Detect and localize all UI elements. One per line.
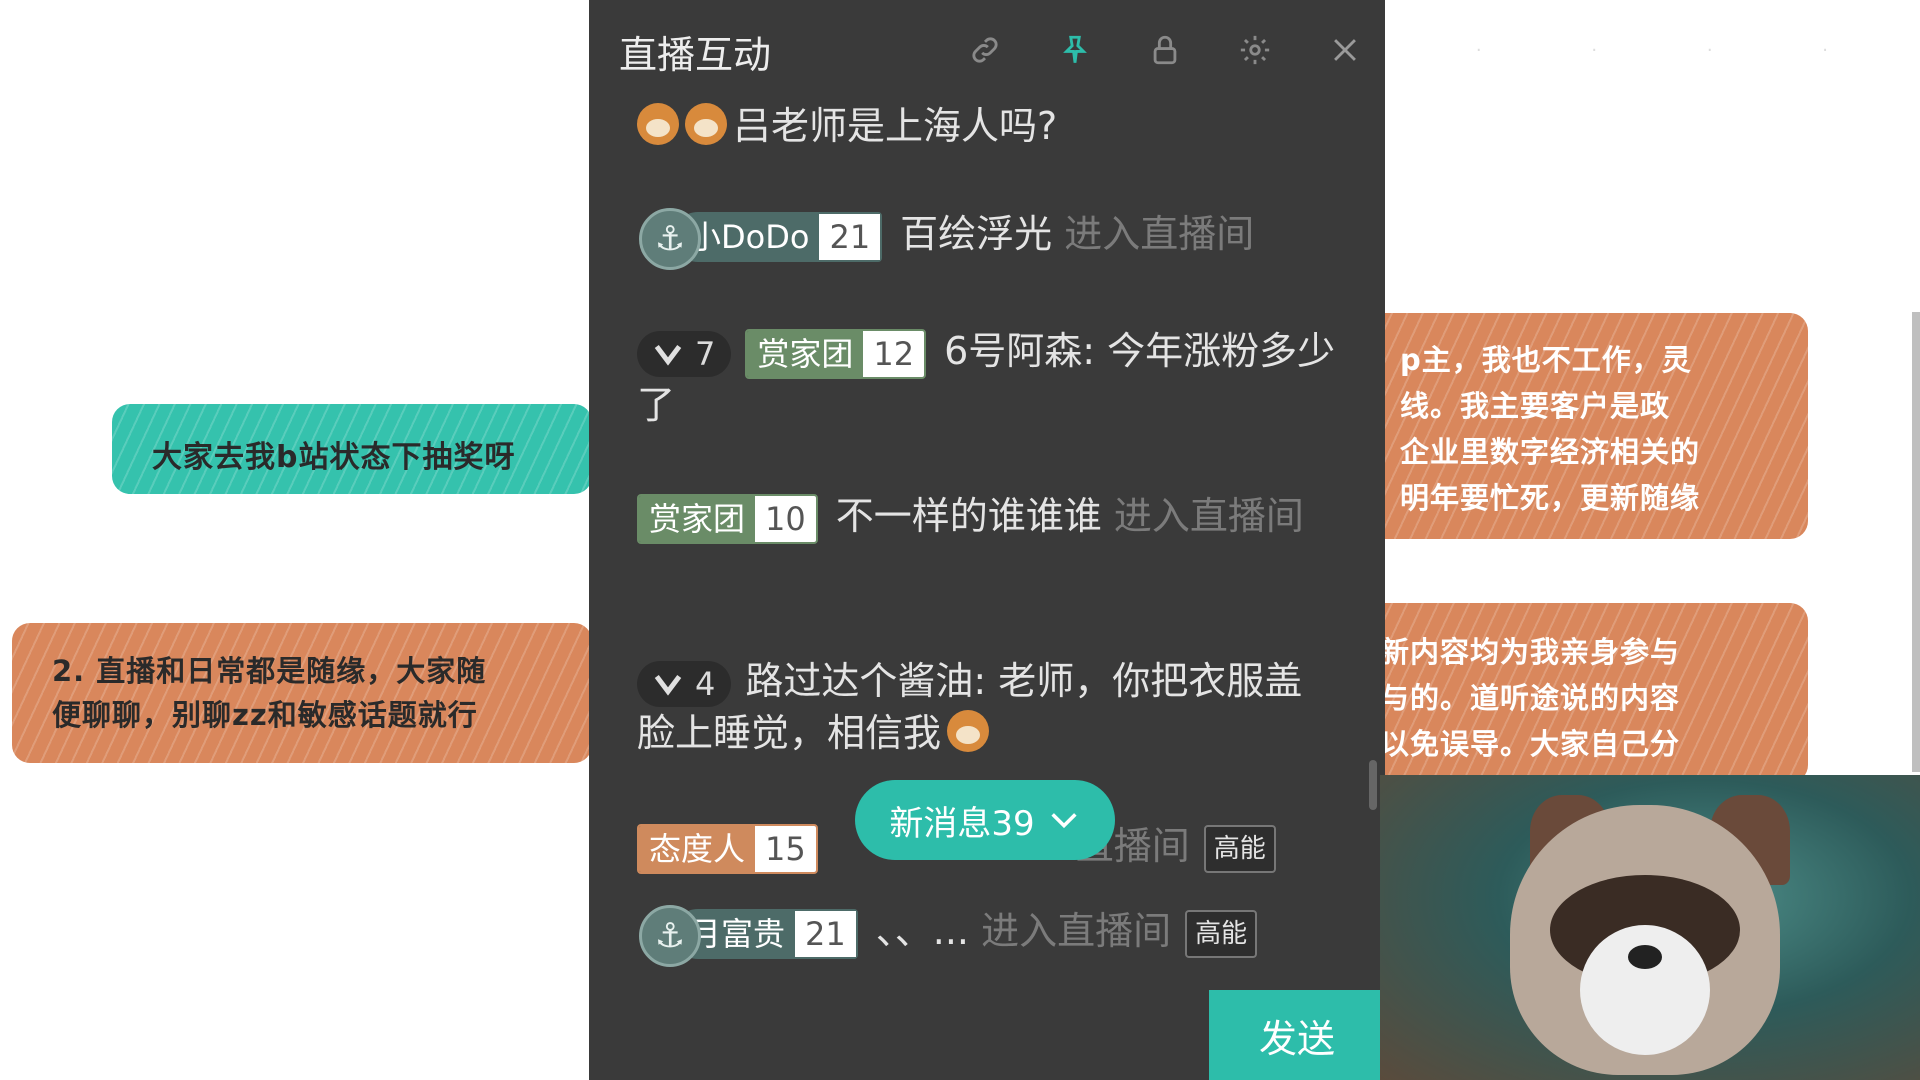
- background-side-bar: [1912, 312, 1920, 772]
- fan-badge[interactable]: ⚓ 小DoDo 21: [639, 207, 883, 270]
- chat-message: 吕老师是上海人吗?: [637, 100, 1057, 152]
- new-messages-button[interactable]: 新消息39: [855, 780, 1115, 860]
- fan-badge-name: 赏家团: [639, 495, 756, 542]
- username[interactable]: 不一样的谁谁谁: [836, 494, 1102, 538]
- fan-badge-level: 15: [755, 825, 816, 872]
- chat-scrollbar[interactable]: [1369, 760, 1377, 810]
- username[interactable]: 、、...: [876, 909, 969, 953]
- webcam-video: [1380, 775, 1920, 1080]
- chat-message: 7 赏家团 12 6号阿森: 今年涨粉多少了: [637, 325, 1337, 431]
- note-rules-text: 2. 直播和日常都是随缘，大家随 便聊聊，别聊zz和敏感话题就行: [52, 654, 487, 732]
- user-level-badge: 7: [637, 330, 732, 377]
- high-energy-tag: 高能: [1185, 909, 1258, 958]
- panel-header: 直播互动: [589, 0, 1385, 100]
- fan-badge[interactable]: 赏家团 10: [637, 493, 818, 544]
- note-rules: 2. 直播和日常都是随缘，大家随 便聊聊，别聊zz和敏感话题就行: [12, 623, 592, 763]
- fan-badge-name: 态度人: [639, 825, 756, 872]
- live-interaction-panel: 直播互动 吕老师是上海人吗? ⚓ 小DoDo 21 百绘浮光 进入直播间 7 赏…: [589, 0, 1385, 1080]
- username[interactable]: 6号阿森:: [944, 329, 1095, 373]
- panel-title: 直播互动: [619, 33, 772, 77]
- username[interactable]: 百绘浮光: [900, 212, 1052, 256]
- anchor-icon: ⚓: [639, 904, 701, 967]
- fan-badge[interactable]: ⚓ 月富贵 21: [639, 904, 858, 967]
- chat-message: 赏家团 10 不一样的谁谁谁 进入直播间: [637, 490, 1337, 544]
- shiba-emoji-icon: [637, 103, 679, 145]
- fan-badge-level: 21: [795, 910, 856, 957]
- lock-icon[interactable]: [1145, 30, 1185, 70]
- note-content-text: 新内容均为我亲身参与 与的。道听途说的内容 以免误导。大家自己分: [1380, 635, 1681, 761]
- chevron-heart-icon: [654, 344, 682, 366]
- new-messages-label: 新消息39: [889, 803, 1035, 844]
- message-text: 吕老师是上海人吗?: [733, 104, 1058, 148]
- fan-badge[interactable]: 赏家团 12: [745, 328, 927, 379]
- shiba-emoji-icon: [685, 103, 727, 145]
- chevron-down-icon: [1051, 813, 1077, 829]
- red-panda-avatar: [1510, 805, 1780, 1075]
- anchor-icon: ⚓: [639, 207, 701, 270]
- fan-badge-name: 赏家团: [747, 330, 864, 377]
- gear-icon[interactable]: [1235, 30, 1275, 70]
- shiba-emoji-icon: [947, 710, 990, 752]
- high-energy-tag: 高能: [1203, 824, 1276, 873]
- pin-icon[interactable]: [1055, 30, 1095, 70]
- fan-badge-level: 12: [863, 330, 925, 377]
- note-work: p主，我也不工作，灵 线。我主要客户是政 企业里数字经济相关的 明年要忙死，更新…: [1360, 313, 1808, 539]
- user-level: 4: [695, 664, 716, 703]
- link-icon[interactable]: [965, 30, 1005, 70]
- fan-badge[interactable]: 态度人 15: [637, 823, 818, 874]
- chevron-heart-icon: [654, 674, 682, 696]
- chat-message: 4 路过达个酱油: 老师，你把衣服盖脸上睡觉，相信我: [637, 655, 1337, 759]
- send-button[interactable]: 发送: [1209, 990, 1385, 1080]
- enter-room-text: 进入直播间: [1113, 494, 1304, 538]
- note-lottery: 大家去我b站状态下抽奖呀: [112, 404, 592, 494]
- user-level: 7: [695, 334, 716, 373]
- face-nose: [1628, 945, 1662, 969]
- note-lottery-text: 大家去我b站状态下抽奖呀: [152, 440, 516, 475]
- fan-badge-level: 21: [819, 213, 881, 260]
- user-level-badge: 4: [637, 660, 732, 707]
- close-icon[interactable]: [1325, 30, 1365, 70]
- fan-badge-level: 10: [755, 495, 816, 542]
- enter-room-text: 进入直播间: [1064, 212, 1255, 256]
- chat-message: ⚓ 小DoDo 21 百绘浮光 进入直播间: [637, 207, 1255, 270]
- chat-message: ⚓ 月富贵 21 、、... 进入直播间 高能: [637, 904, 1377, 967]
- note-work-text: p主，我也不工作，灵 线。我主要客户是政 企业里数字经济相关的 明年要忙死，更新…: [1400, 343, 1701, 515]
- note-content: 新内容均为我亲身参与 与的。道听途说的内容 以免误导。大家自己分: [1360, 603, 1808, 783]
- enter-room-text: 进入直播间: [981, 909, 1172, 953]
- username[interactable]: 路过达个酱油:: [745, 659, 986, 703]
